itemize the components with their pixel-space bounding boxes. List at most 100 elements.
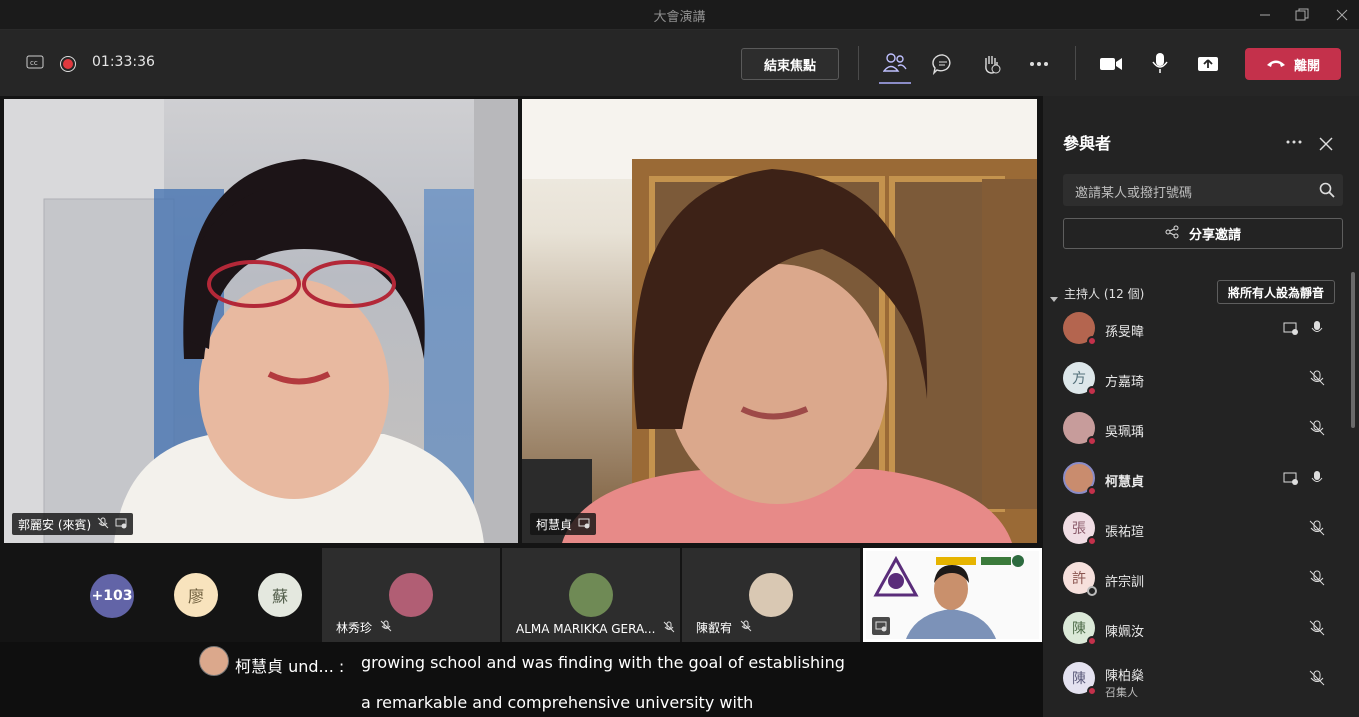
status-dot bbox=[1087, 486, 1097, 496]
meeting-timer: 01:33:36 bbox=[92, 54, 155, 70]
participant-row[interactable]: 陳 陳姵汝 bbox=[1043, 606, 1343, 656]
raise-hand-icon[interactable] bbox=[979, 52, 1003, 76]
meeting-toolbar: cc 01:33:36 結束焦點 離開 bbox=[0, 30, 1359, 96]
participant-row[interactable]: 張 張祐瑄 bbox=[1043, 506, 1343, 556]
participant-row[interactable]: 孫旻暐 bbox=[1043, 306, 1343, 356]
participant-name-chip: 郭麗安 (來賓) bbox=[12, 513, 134, 535]
tile-name-label: 陳叡宥 bbox=[696, 621, 733, 635]
share-screen-icon[interactable] bbox=[1196, 52, 1220, 76]
screen-share-icon bbox=[1281, 318, 1301, 338]
divider bbox=[858, 46, 859, 80]
participants-icon[interactable] bbox=[882, 50, 908, 76]
participant-name: 柯慧貞 bbox=[1105, 475, 1145, 490]
mute-all-button[interactable]: 將所有人設為靜音 bbox=[1217, 280, 1335, 304]
mic-muted-icon[interactable] bbox=[1307, 618, 1327, 638]
participant-name: 張祐瑄 bbox=[1105, 525, 1145, 540]
participant-row[interactable]: 柯慧貞 bbox=[1043, 456, 1343, 506]
camera-icon[interactable] bbox=[1099, 52, 1123, 76]
more-options-icon[interactable] bbox=[1283, 134, 1305, 150]
mic-muted-icon[interactable] bbox=[1307, 668, 1327, 688]
screen-share-icon bbox=[115, 517, 127, 532]
search-icon[interactable] bbox=[1319, 182, 1335, 198]
video-tile-speaker[interactable]: 柯慧貞 bbox=[522, 99, 1037, 543]
caption-line: a remarkable and comprehensive universit… bbox=[361, 693, 754, 712]
microphone-icon[interactable] bbox=[1149, 50, 1171, 76]
tile-name: 林秀珍 bbox=[336, 619, 392, 636]
panel-title: 參與者 bbox=[1063, 134, 1112, 153]
video-stage: 郭麗安 (來賓) 柯慧貞 +103 廖 蘇 林秀珍 ALMA MARIKKA G… bbox=[0, 96, 1043, 717]
tile-name: 陳叡宥 bbox=[696, 619, 752, 636]
avatar[interactable]: 廖 bbox=[174, 573, 218, 617]
participant-strip: +103 廖 蘇 林秀珍 ALMA MARIKKA GERA... 陳叡宥 bbox=[0, 548, 1043, 642]
participant-name: 吳珮瑀 bbox=[1105, 425, 1145, 440]
chevron-down-icon[interactable] bbox=[1050, 288, 1060, 302]
mic-muted-icon bbox=[663, 621, 675, 636]
mic-muted-icon[interactable] bbox=[1307, 368, 1327, 388]
avatar bbox=[569, 573, 613, 617]
participant-name: 柯慧貞 bbox=[536, 517, 573, 532]
chat-icon[interactable] bbox=[931, 52, 955, 76]
participant-row[interactable]: 吳珮瑀 bbox=[1043, 406, 1343, 456]
active-tab-indicator bbox=[879, 82, 911, 84]
mic-muted-icon[interactable] bbox=[1307, 568, 1327, 588]
tile-name: ALMA MARIKKA GERA... bbox=[516, 621, 675, 636]
restore-icon[interactable] bbox=[1282, 0, 1322, 30]
status-dot bbox=[1087, 436, 1097, 446]
participant-row[interactable]: 許 許宗訓 bbox=[1043, 556, 1343, 606]
video-tile-guest[interactable]: 郭麗安 (來賓) bbox=[4, 99, 518, 543]
leave-label: 離開 bbox=[1293, 58, 1320, 74]
participant-row[interactable]: 陳 陳柏燊 召集人 bbox=[1043, 656, 1343, 706]
microphone-icon[interactable] bbox=[1307, 318, 1327, 338]
share-invite-label: 分享邀請 bbox=[1188, 228, 1241, 243]
teams-meeting-window: 大會演講 cc 01:33:36 結束焦點 離開 郭麗安 (來賓) 柯慧貞 +1… bbox=[0, 0, 1359, 717]
close-icon[interactable] bbox=[1319, 136, 1335, 152]
hang-up-icon bbox=[1266, 57, 1286, 72]
status-dot bbox=[1087, 336, 1097, 346]
self-preview[interactable] bbox=[863, 548, 1042, 642]
window-title: 大會演講 bbox=[653, 10, 706, 25]
mic-muted-icon[interactable] bbox=[1307, 418, 1327, 438]
video-feed-guest bbox=[4, 99, 518, 543]
recording-icon bbox=[59, 55, 77, 73]
close-window-icon[interactable] bbox=[1322, 0, 1359, 30]
microphone-icon[interactable] bbox=[1307, 468, 1327, 488]
scrollbar-thumb[interactable] bbox=[1351, 272, 1355, 428]
status-dot bbox=[1087, 536, 1097, 546]
presenters-section-label: 主持人 (12 個) bbox=[1064, 287, 1145, 301]
overflow-count-badge[interactable]: +103 bbox=[90, 574, 134, 618]
share-invite-button[interactable]: 分享邀請 bbox=[1063, 218, 1343, 249]
captions-icon[interactable]: cc bbox=[26, 55, 44, 69]
participant-name: 許宗訓 bbox=[1105, 575, 1145, 590]
mic-muted-icon bbox=[380, 620, 392, 635]
participant-tile[interactable]: ALMA MARIKKA GERA... bbox=[502, 548, 680, 642]
minimize-icon[interactable] bbox=[1245, 0, 1285, 30]
status-dot bbox=[1087, 386, 1097, 396]
mic-muted-icon[interactable] bbox=[1307, 518, 1327, 538]
status-dot-offline bbox=[1087, 586, 1097, 596]
participant-name-chip: 柯慧貞 bbox=[530, 513, 597, 535]
divider bbox=[1075, 46, 1076, 80]
participant-row[interactable]: 方 方嘉琦 bbox=[1043, 356, 1343, 406]
tile-name-label: ALMA MARIKKA GERA... bbox=[516, 621, 656, 636]
mic-muted-icon bbox=[740, 620, 752, 635]
participant-tile[interactable]: 林秀珍 bbox=[322, 548, 500, 642]
mic-muted-icon bbox=[97, 517, 109, 532]
participant-role: 召集人 bbox=[1105, 686, 1138, 699]
end-focus-button[interactable]: 結束焦點 bbox=[741, 48, 839, 80]
speaker-avatar bbox=[199, 646, 229, 676]
participant-tile[interactable]: 陳叡宥 bbox=[682, 548, 860, 642]
self-video-feed bbox=[873, 555, 1024, 639]
more-options-icon[interactable] bbox=[1027, 52, 1051, 76]
participant-name: 陳柏燊 bbox=[1105, 669, 1145, 684]
participant-name: 方嘉琦 bbox=[1105, 375, 1145, 390]
participant-name: 孫旻暐 bbox=[1105, 325, 1145, 340]
avatar bbox=[389, 573, 433, 617]
invite-search-field[interactable]: 邀請某人或撥打號碼 bbox=[1063, 174, 1343, 206]
avatar bbox=[749, 573, 793, 617]
avatar[interactable]: 蘇 bbox=[258, 573, 302, 617]
invite-placeholder: 邀請某人或撥打號碼 bbox=[1075, 186, 1193, 201]
status-dot bbox=[1087, 636, 1097, 646]
live-captions: 柯慧貞 und... : growing school and was find… bbox=[0, 642, 1043, 717]
caption-line: growing school and was finding with the … bbox=[361, 653, 845, 672]
leave-button[interactable]: 離開 bbox=[1245, 48, 1341, 80]
